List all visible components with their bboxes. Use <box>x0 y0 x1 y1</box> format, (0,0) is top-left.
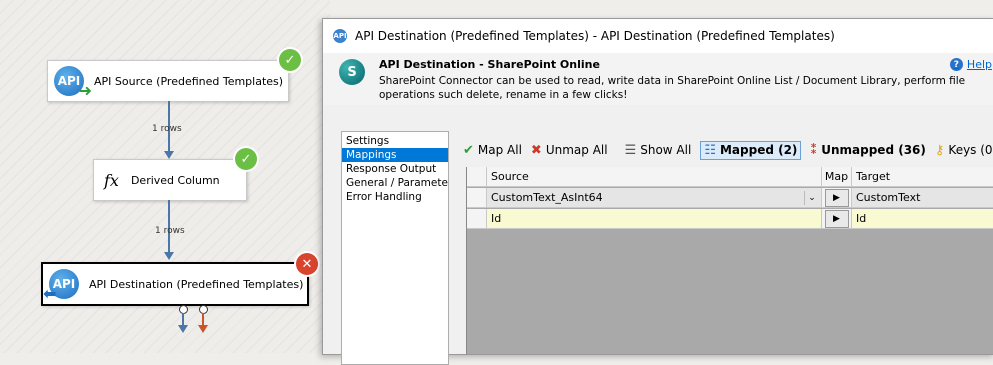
target-cell[interactable]: CustomText <box>852 188 993 208</box>
mapped-list-icon: ☷ <box>704 142 716 158</box>
error-output-arrow-icon[interactable] <box>198 325 208 333</box>
unmapped-list-icon: ⁑ <box>810 142 818 158</box>
connector-title: API Destination - SharePoint Online <box>379 58 600 71</box>
chevron-down-icon[interactable]: ⌄ <box>804 190 819 205</box>
node-label: API Source (Predefined Templates) <box>94 74 284 88</box>
column-header-target[interactable]: Target <box>852 167 993 187</box>
key-icon: ⚷ <box>934 142 945 158</box>
sharepoint-icon: S <box>339 59 365 85</box>
api-destination-icon: API ⬅ <box>43 269 79 303</box>
map-all-button[interactable]: ✔ Map All <box>463 143 522 158</box>
settings-nav-list[interactable]: Settings Mappings Response Output Genera… <box>341 131 449 365</box>
mapped-filter-button[interactable]: ☷ Mapped (2) <box>700 140 802 160</box>
data-flow-canvas[interactable]: API ➜ API Source (Predefined Templates) ✓… <box>0 0 330 353</box>
node-label: Derived Column <box>130 173 220 187</box>
output-line <box>182 313 184 325</box>
api-app-icon: API <box>333 29 347 43</box>
api-source-node[interactable]: API ➜ API Source (Predefined Templates) <box>47 60 289 102</box>
row-header[interactable] <box>467 188 487 208</box>
row-header[interactable] <box>467 209 487 229</box>
nav-item-mappings[interactable]: Mappings <box>342 148 448 162</box>
error-x-icon: ✕ <box>296 253 318 275</box>
column-header-map[interactable]: Map <box>822 167 852 187</box>
connector-description: SharePoint Connector can be used to read… <box>379 75 966 101</box>
api-destination-dialog: API API Destination (Predefined Template… <box>322 18 993 365</box>
mapping-grid[interactable]: Source Map Target CustomText_AsInt64 ⌄ ▶… <box>466 167 993 354</box>
checkmark-icon: ✔ <box>463 142 474 158</box>
row-header-corner <box>467 167 487 187</box>
table-row[interactable]: CustomText_AsInt64 ⌄ ▶ CustomText <box>467 188 993 209</box>
grid-header-row: Source Map Target <box>467 167 993 188</box>
output-arrow-icon[interactable] <box>178 325 188 333</box>
unmapped-filter-button[interactable]: ⁑ Unmapped (36) <box>810 143 925 158</box>
success-check-icon: ✓ <box>279 49 301 71</box>
nav-item-settings[interactable]: Settings <box>342 134 448 148</box>
success-check-icon: ✓ <box>235 148 257 170</box>
show-all-button[interactable]: ☰ Show All <box>625 143 692 158</box>
source-column-select[interactable]: CustomText_AsInt64 ⌄ <box>487 188 822 208</box>
map-cell: ▶ <box>822 209 852 229</box>
node-label: API Destination (Predefined Templates) <box>89 277 304 291</box>
fx-icon: fx <box>104 170 119 190</box>
dialog-title: API Destination (Predefined Templates) -… <box>355 29 835 43</box>
row-count-label: 1 rows <box>152 124 182 134</box>
map-arrow-button[interactable]: ▶ <box>824 209 849 228</box>
derived-column-node[interactable]: fx Derived Column <box>93 159 247 201</box>
connector-arrow-icon <box>164 151 174 159</box>
x-icon: ✖ <box>530 142 542 158</box>
help-label: Help <box>966 58 992 71</box>
column-header-source[interactable]: Source <box>487 167 822 187</box>
source-cell[interactable]: Id <box>487 209 822 229</box>
api-destination-node[interactable]: API ⬅ API Destination (Predefined Templat… <box>41 262 309 306</box>
list-icon: ☰ <box>624 142 637 158</box>
help-icon: ? <box>949 58 963 71</box>
mapping-toolbar: ✔ Map All ✖ Unmap All ☰ Show All ☷ Mappe… <box>463 139 993 161</box>
dialog-body: Settings Mappings Response Output Genera… <box>323 105 993 365</box>
row-count-label: 1 rows <box>155 226 185 236</box>
nav-item-general-parameters[interactable]: General / Parameters <box>342 176 448 190</box>
map-cell: ▶ <box>822 188 852 208</box>
api-source-icon: API ➜ <box>54 66 92 100</box>
unmap-all-button[interactable]: ✖ Unmap All <box>531 143 608 158</box>
error-output-line <box>202 313 204 325</box>
target-cell[interactable]: Id <box>852 209 993 229</box>
nav-item-error-handling[interactable]: Error Handling <box>342 190 448 204</box>
map-arrow-button[interactable]: ▶ <box>824 188 849 207</box>
keys-button[interactable]: ⚷ Keys (0) <box>935 143 993 158</box>
connector-arrow-icon <box>164 252 174 260</box>
nav-item-response-output[interactable]: Response Output <box>342 162 448 176</box>
table-row[interactable]: Id ▶ Id <box>467 209 993 230</box>
dialog-header: S API Destination - SharePoint Online Sh… <box>323 53 993 106</box>
dialog-titlebar[interactable]: API API Destination (Predefined Template… <box>323 19 993 53</box>
help-link[interactable]: ? Help <box>949 58 992 71</box>
